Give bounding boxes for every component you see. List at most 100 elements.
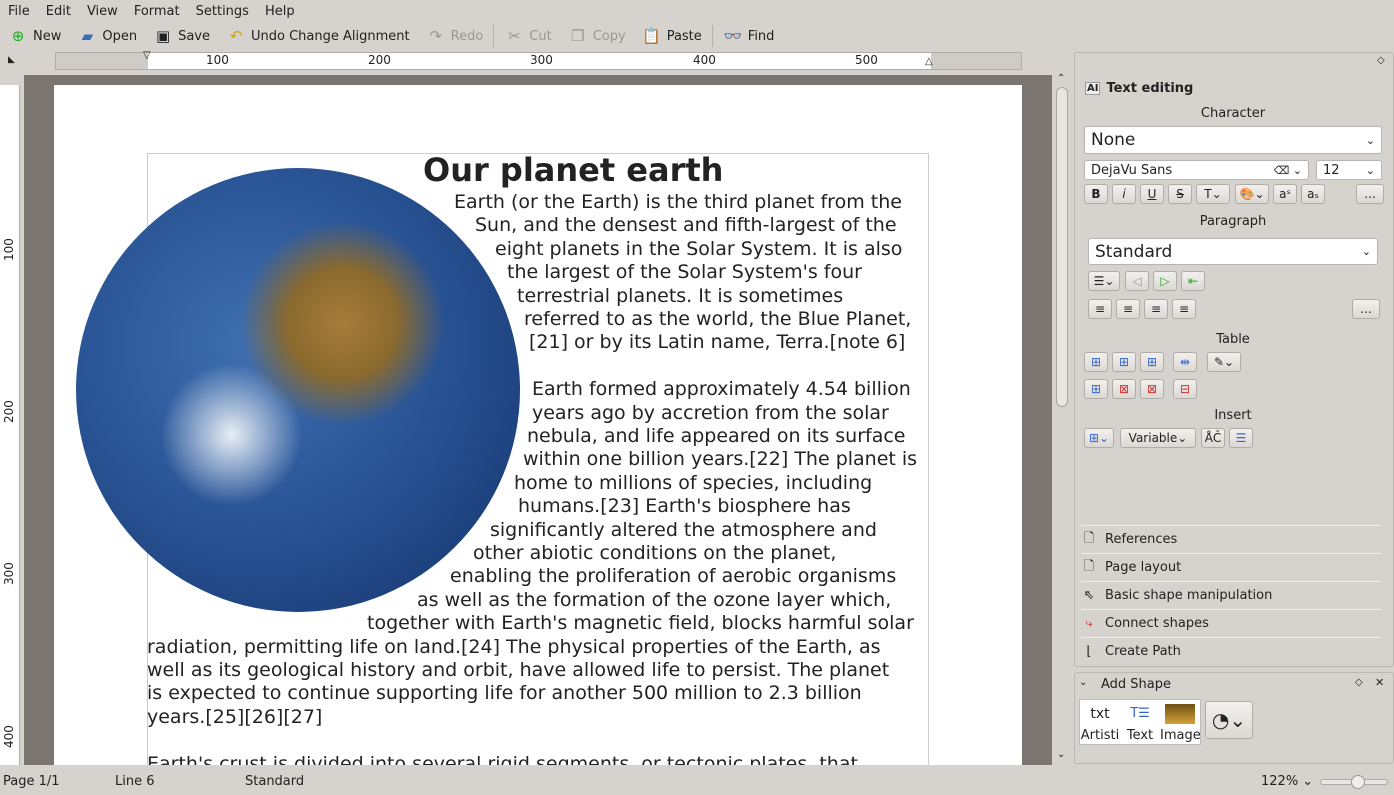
shape-image[interactable]: Image (1160, 700, 1200, 744)
zoom-select[interactable]: 122% ⌄ (1261, 774, 1313, 789)
page[interactable]: Our planet earth Earth (or the Earth) is… (54, 85, 1022, 765)
zoom-slider[interactable] (1320, 775, 1388, 789)
scissors-icon: ✂ (507, 27, 521, 45)
close-icon[interactable]: ✕ (1375, 676, 1384, 689)
clear-chevron-icon[interactable]: ⌫ ⌄ (1274, 164, 1302, 177)
border-style-button[interactable]: ✎⌄ (1207, 352, 1241, 372)
first-line-indent-button[interactable]: ⇤ (1181, 271, 1205, 291)
paste-button[interactable]: 📋 Paste (634, 23, 710, 49)
split-cells-button[interactable]: ⊟ (1173, 379, 1197, 399)
insert-table-button[interactable]: ⊞⌄ (1084, 428, 1114, 448)
indent-marker[interactable]: ▽ (143, 50, 151, 61)
document-canvas[interactable]: Our planet earth Earth (or the Earth) is… (24, 75, 1052, 765)
special-character-button[interactable]: ÅČ (1201, 428, 1225, 448)
text-line: Earth formed approximately 4.54 billion (532, 378, 911, 401)
text-line: eight planets in the Solar System. It is… (495, 237, 903, 260)
dock-page-layout[interactable]: 🗋 Page layout (1081, 553, 1381, 581)
statusbar: Page 1/1 Line 6 Standard 122% ⌄ (0, 770, 1394, 795)
chevron-down-icon: ⌄ (1365, 163, 1375, 177)
scroll-up-icon[interactable]: ⌃ (1057, 73, 1065, 84)
text-color-button[interactable]: T⌄ (1196, 184, 1230, 204)
insert-column-right-button[interactable]: ⊞ (1140, 352, 1164, 372)
insert-column-left-button[interactable]: ⊞ (1112, 352, 1136, 372)
collapse-icon[interactable]: ⌄ (1079, 677, 1087, 688)
highlight-color-button[interactable]: 🎨⌄ (1235, 184, 1269, 204)
pointer-icon: ⇖ (1083, 588, 1095, 603)
menu-view[interactable]: View (79, 4, 126, 19)
open-button[interactable]: ▰ Open (69, 23, 145, 49)
earth-image[interactable] (76, 168, 520, 612)
bold-button[interactable]: B (1084, 184, 1108, 204)
cut-button[interactable]: ✂ Cut (496, 23, 559, 49)
align-center-button[interactable]: ≡ (1116, 299, 1140, 319)
text-line: Sun, and the densest and fifth-largest o… (475, 214, 897, 237)
text-line: years.[25][26][27] (147, 705, 323, 728)
menu-edit[interactable]: Edit (38, 4, 79, 19)
text-line: as well as the formation of the ozone la… (417, 588, 892, 611)
superscript-button[interactable]: aˢ (1273, 184, 1297, 204)
decrease-indent-button[interactable]: ◁ (1125, 271, 1149, 291)
align-justify-button[interactable]: ≡ (1172, 299, 1196, 319)
menu-format[interactable]: Format (126, 4, 188, 19)
text-line: years ago by accretion from the solar (532, 401, 889, 424)
paragraph-more-button[interactable]: ... (1352, 299, 1380, 319)
vertical-scrollbar[interactable]: ⌃ ⌄ (1055, 73, 1069, 765)
save-icon: ▣ (156, 27, 171, 45)
list-style-button[interactable]: ☰⌄ (1088, 271, 1120, 291)
page-icon: 🗋 (1083, 558, 1095, 574)
binoculars-icon: 👓 (723, 27, 743, 45)
menu-file[interactable]: File (0, 4, 38, 19)
new-document-icon: ⊕ (11, 27, 25, 45)
copy-icon: ❐ (570, 27, 585, 45)
float-icon[interactable]: ◇ (1377, 55, 1385, 66)
zoom-slider-handle[interactable] (1350, 775, 1365, 789)
insert-index-button[interactable]: ☰ (1229, 428, 1253, 448)
right-indent-marker[interactable]: △ (925, 56, 933, 67)
scrollbar-thumb[interactable] (1056, 87, 1068, 407)
text-line: humans.[23] Earth's biosphere has (518, 495, 851, 518)
horizontal-ruler[interactable]: 100 200 300 400 500 ▽ △ (55, 50, 1022, 70)
shape-artistic-text[interactable]: txt Artisti (1080, 700, 1120, 744)
variable-button[interactable]: Variable ⌄ (1120, 428, 1196, 448)
italic-button[interactable]: i (1112, 184, 1136, 204)
redo-button[interactable]: ↷ Redo (418, 23, 492, 49)
float-icon[interactable]: ◇ (1355, 677, 1363, 688)
find-button[interactable]: 👓 Find (715, 23, 783, 49)
undo-button[interactable]: ↶ Undo Change Alignment (218, 23, 418, 49)
new-button[interactable]: ⊕ New (0, 23, 69, 49)
text-shape-icon: T☰ (1130, 706, 1150, 721)
text-line: is expected to continue supporting life … (147, 682, 862, 705)
dock-references[interactable]: 🗋 References (1081, 525, 1381, 553)
font-family-select[interactable]: DejaVu Sans ⌫ ⌄ (1084, 160, 1309, 180)
shape-text[interactable]: T☰ Text (1120, 700, 1160, 744)
more-shapes-button[interactable]: ◔⌄ (1205, 701, 1253, 739)
menu-help[interactable]: Help (257, 4, 303, 19)
increase-indent-button[interactable]: ▷ (1153, 271, 1177, 291)
dock-basic-shape[interactable]: ⇖ Basic shape manipulation (1081, 581, 1381, 609)
align-right-button[interactable]: ≡ (1144, 299, 1168, 319)
copy-button[interactable]: ❐ Copy (560, 23, 634, 49)
strikethrough-button[interactable]: S (1168, 184, 1192, 204)
delete-row-button[interactable]: ⊠ (1112, 379, 1136, 399)
dock-connect-shapes[interactable]: ⤷ Connect shapes (1081, 609, 1381, 637)
save-button[interactable]: ▣ Save (145, 23, 218, 49)
underline-button[interactable]: U (1140, 184, 1164, 204)
character-more-button[interactable]: ... (1356, 184, 1384, 204)
dock-create-path[interactable]: ⌊ Create Path (1081, 637, 1381, 665)
merge-cells-button[interactable]: ⇹ (1173, 352, 1197, 372)
clipboard-icon: 📋 (642, 27, 662, 45)
insert-row-above-button[interactable]: ⊞ (1084, 352, 1108, 372)
paragraph-style-select[interactable]: Standard ⌄ (1088, 238, 1378, 265)
image-icon (1165, 704, 1195, 724)
vertical-ruler[interactable]: 100 200 300 400 (0, 85, 20, 765)
text-line: within one billion years.[22] The planet… (523, 448, 918, 471)
delete-column-button[interactable]: ⊠ (1140, 379, 1164, 399)
insert-row-below-button[interactable]: ⊞ (1084, 379, 1108, 399)
font-size-select[interactable]: 12 ⌄ (1316, 160, 1382, 180)
scroll-down-icon[interactable]: ⌄ (1057, 749, 1065, 760)
ruler-corner-icon: ◣ (8, 55, 15, 65)
character-style-select[interactable]: None ⌄ (1084, 126, 1382, 154)
align-left-button[interactable]: ≡ (1088, 299, 1112, 319)
subscript-button[interactable]: aₛ (1301, 184, 1325, 204)
menu-settings[interactable]: Settings (188, 4, 257, 19)
